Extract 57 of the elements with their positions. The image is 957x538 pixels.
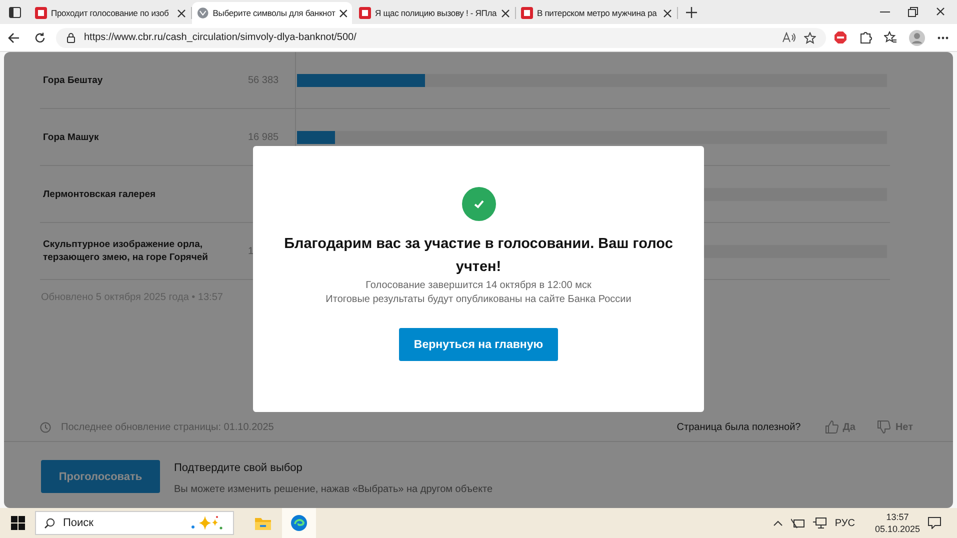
feedback-question: Страница была полезной? [676,422,801,432]
dialog-text: Голосование завершится 14 октября в 12:00 мск [366,279,592,293]
ad-block-icon[interactable] [834,31,847,44]
confirm-hint: Вы можете изменить решение, нажав «Выбрать» на другом объекте [174,484,493,495]
candidate-name: Гора Бештау [42,74,104,86]
network-icon[interactable] [812,517,827,529]
clock-date[interactable]: 05.10.2025 [874,523,920,535]
clock-icon [40,422,51,432]
start-icon[interactable] [10,516,24,530]
tab-title: Проходит голосование по изоб [51,8,170,18]
browser-icon[interactable] [291,515,307,531]
candidate-name: Лермонтовская галерея [42,188,157,200]
tab-title: Выберите символы для банкнот [212,8,336,18]
window-close-icon[interactable] [936,7,945,16]
confirm-title: Подтвердите свой выбор [174,462,304,474]
browser-tab[interactable]: Выберите символы для банкнот [192,2,352,24]
new-tab-icon[interactable] [686,6,697,18]
dialog-title: Благодарим вас за участие в голосовании. Ваш голос учтен! [283,235,674,277]
star-icon[interactable] [804,32,816,44]
site-logo-icon [521,7,533,19]
emblem-icon [197,7,209,19]
close-icon[interactable] [177,8,186,18]
lock-icon [66,32,76,42]
candidate-name: Скульптурное изображение орла, терзающего змею, на горе Горячей [42,238,209,264]
favorites-icon[interactable] [884,31,897,44]
chevron-up-icon[interactable] [772,520,783,526]
notifications-icon[interactable] [928,517,941,529]
candidate-name: Гора Машук [42,130,100,144]
refresh-icon[interactable] [34,32,46,44]
search-field[interactable]: Поиск [35,511,234,535]
more-icon[interactable] [937,36,949,40]
browser-tab[interactable]: Я щас полицию вызову ! - ЯПла [354,2,514,24]
search-icon [44,518,55,528]
language-indicator[interactable]: РУС [834,518,855,528]
check-circle-icon [462,187,496,221]
browser-tab[interactable]: Проходит голосование по изоб [30,2,190,24]
folder-icon[interactable] [255,516,271,530]
dialog-text: Итоговые результаты будут опубликованы на сайте Банка России [326,293,632,307]
browser-tab[interactable]: В питерском метро мужчина ра [516,2,676,24]
site-logo-icon [359,7,371,19]
close-icon[interactable] [339,8,348,18]
thumbs-up-icon [824,420,839,434]
home-button[interactable]: Вернуться на главную [399,328,558,361]
read-aloud-icon[interactable] [782,32,796,43]
back-arrow-icon[interactable] [8,32,20,44]
thumbs-down-icon [877,420,892,434]
restore-icon[interactable] [908,7,918,17]
site-logo-icon [35,7,47,19]
puzzle-icon[interactable] [859,31,872,44]
tab-title: В питерском метро мужчина ра [537,8,658,18]
clock-time[interactable]: 13:57 [886,511,909,523]
address-field[interactable]: https://www.cbr.ru/cash_circulation/simvoly-dlya-banknot/500/ [56,28,826,48]
avatar-icon[interactable] [909,30,925,46]
close-icon[interactable] [501,8,510,18]
close-icon[interactable] [663,8,672,18]
tab-list-icon[interactable] [9,6,21,18]
tab-title: Я щас полицию вызову ! - ЯПла [375,8,497,18]
